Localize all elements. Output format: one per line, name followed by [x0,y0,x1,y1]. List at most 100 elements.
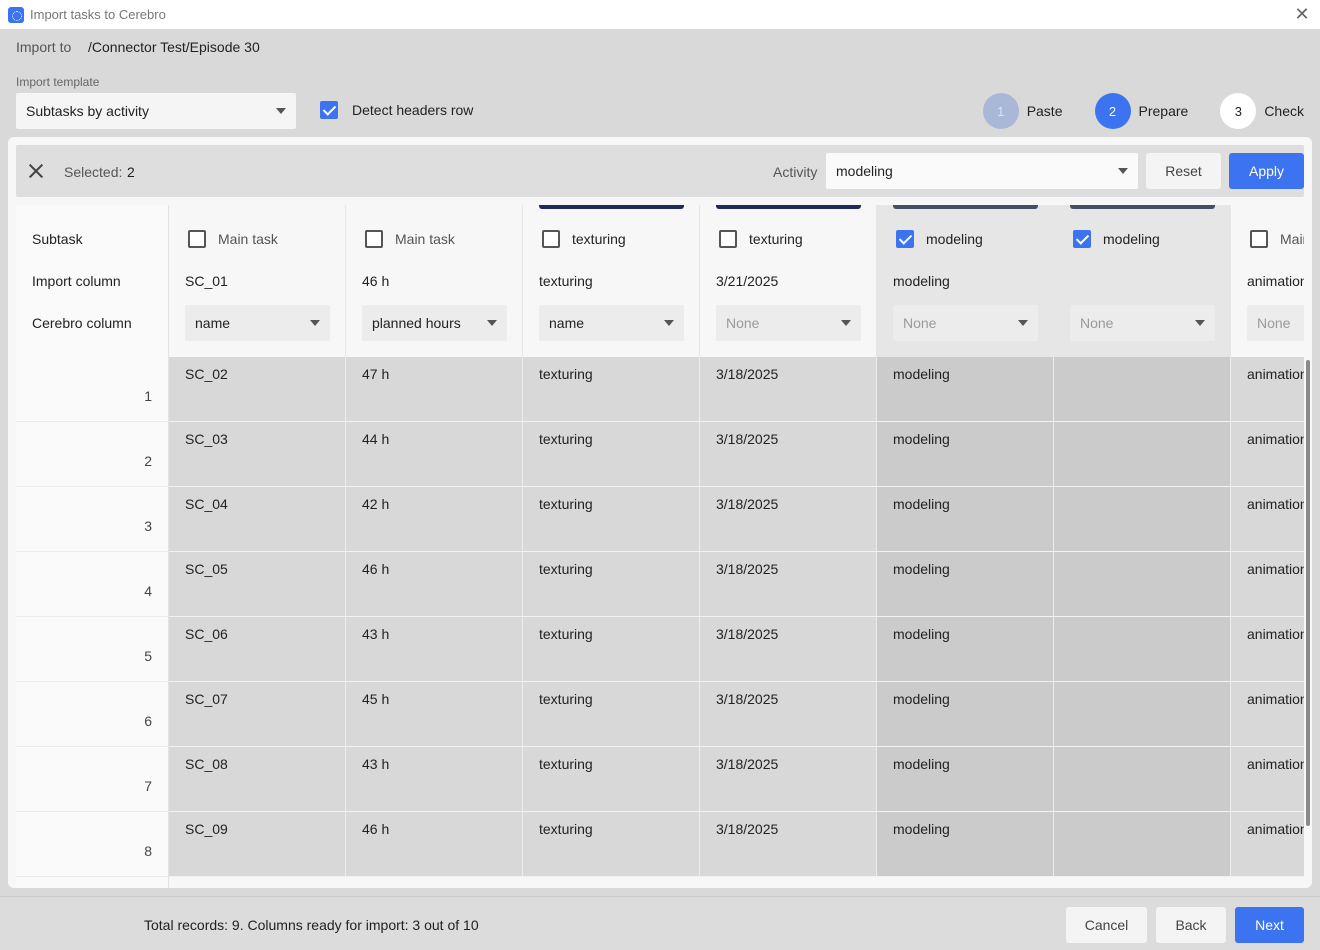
import-template-value: Subtasks by activity [26,103,149,119]
column-checkbox[interactable] [896,230,914,248]
cerebro-column-select[interactable]: None [1247,305,1304,341]
cerebro-column-select[interactable]: None [1070,305,1215,341]
column-select-toggle[interactable]: Main task [1250,230,1304,248]
title-bar: Import tasks to Cerebro ✕ [0,0,1320,29]
column-checkbox[interactable] [542,230,560,248]
chevron-down-icon [664,320,674,326]
column-select-toggle[interactable]: modeling [1073,230,1160,248]
step-check[interactable]: 3 Check [1220,93,1304,129]
column-import-header: 3/21/2025 [716,273,779,289]
cerebro-column-value: None [1080,315,1114,331]
column-import-header: 46 h [362,273,390,289]
table-cell: 43 h [346,617,523,682]
column-select-toggle[interactable]: texturing [542,230,626,248]
row-number-label: 4 [144,583,152,599]
detect-headers-checkbox[interactable] [320,101,338,119]
column-checkbox[interactable] [1073,230,1091,248]
chevron-down-icon [1018,320,1028,326]
row-number-label: 3 [144,518,152,534]
column-subtask-label: modeling [926,231,983,247]
back-button[interactable]: Back [1156,907,1226,943]
column-activity-bar [893,205,1038,209]
apply-button[interactable]: Apply [1229,153,1304,189]
grid-column: Main task 46 h planned hours 47 h 44 h 42 h 46… [346,205,523,888]
activity-select[interactable]: modeling [826,153,1138,189]
column-select-toggle[interactable]: texturing [719,230,803,248]
close-window-icon[interactable]: ✕ [1292,4,1312,24]
table-cell: 3/18/2025 [700,422,877,487]
column-checkbox[interactable] [188,230,206,248]
cancel-button[interactable]: Cancel [1066,907,1147,943]
table-cell: texturing [523,357,700,422]
cerebro-column-select[interactable]: None [716,305,861,341]
step-prepare[interactable]: 2 Prepare [1094,93,1188,129]
row-number: 5 [16,617,168,682]
table-cell: SC_06 [169,617,346,682]
clear-selection-icon[interactable] [26,161,46,181]
table-cell: modeling [877,617,1054,682]
table-cell [1054,487,1231,552]
table-cell [1054,617,1231,682]
cerebro-column-select[interactable]: name [185,305,330,341]
column-header: modeling None [1054,205,1231,357]
column-subtask-label: modeling [1103,231,1160,247]
column-select-toggle[interactable]: modeling [896,230,983,248]
column-header: texturing 3/21/2025 None [700,205,877,357]
table-cell: texturing [523,617,700,682]
step-number: 1 [982,93,1019,129]
table-cell: 3/18/2025 [700,747,877,812]
row-number-label: 1 [144,388,152,404]
table-cell: animation [1231,617,1304,682]
selected-count: 2 [127,164,135,180]
vertical-scrollbar[interactable] [1306,360,1310,826]
row-number: 7 [16,747,168,812]
table-cell: 3/18/2025 [700,357,877,422]
table-cell: 46 h [346,552,523,617]
import-template-label: Import template [16,75,100,89]
column-subtask-label: texturing [572,231,626,247]
table-cell: modeling [877,812,1054,877]
cerebro-column-select[interactable]: planned hours [362,305,507,341]
detect-headers-label: Detect headers row [352,102,474,118]
cerebro-column-select[interactable]: None [893,305,1038,341]
grid-column: modeling None [1054,205,1231,888]
column-import-header: animation [1247,273,1304,289]
column-subtask-label: Main task [1280,231,1304,247]
table-cell: texturing [523,422,700,487]
selected-label: Selected: [64,164,123,180]
column-header: Main task 46 h planned hours [346,205,523,357]
column-select-toggle[interactable]: Main task [188,230,278,248]
cerebro-column-select[interactable]: name [539,305,684,341]
column-cells: texturing texturing texturing texturing text… [523,357,700,877]
step-label: Check [1264,103,1304,119]
column-activity-bar [1070,205,1215,209]
prepare-panel: Selected: 2 Activity modeling Reset Appl… [8,137,1312,888]
column-cells: modeling modeling modeling modeling modeling… [877,357,1054,877]
reset-button[interactable]: Reset [1146,153,1221,189]
table-cell [1054,422,1231,487]
column-cells: 47 h 44 h 42 h 46 h 43 h 45 h 43 h 46 h [346,357,523,877]
next-button[interactable]: Next [1235,907,1304,943]
table-cell: animation [1231,357,1304,422]
table-cell: modeling [877,487,1054,552]
table-cell [1054,747,1231,812]
cerebro-column-value: name [195,315,231,331]
table-cell: 3/18/2025 [700,487,877,552]
grid-column: Main taskanimationNoneanimationanimation… [1231,205,1304,888]
column-cells: animation animation animation animation anim… [1231,357,1304,877]
step-paste[interactable]: 1 Paste [982,93,1063,129]
column-import-header: SC_01 [185,273,228,289]
import-column-row-label: Import column [32,273,121,289]
table-cell: animation [1231,552,1304,617]
import-template-select[interactable]: Subtasks by activity [16,93,296,129]
column-subtask-label: Main task [218,231,278,247]
row-number-label: 8 [144,843,152,859]
row-number: 6 [16,682,168,747]
column-select-toggle[interactable]: Main task [365,230,455,248]
column-checkbox[interactable] [719,230,737,248]
table-cell: texturing [523,747,700,812]
column-import-header: texturing [539,273,593,289]
column-checkbox[interactable] [1250,230,1268,248]
column-checkbox[interactable] [365,230,383,248]
detect-headers-toggle[interactable]: Detect headers row [320,101,473,119]
